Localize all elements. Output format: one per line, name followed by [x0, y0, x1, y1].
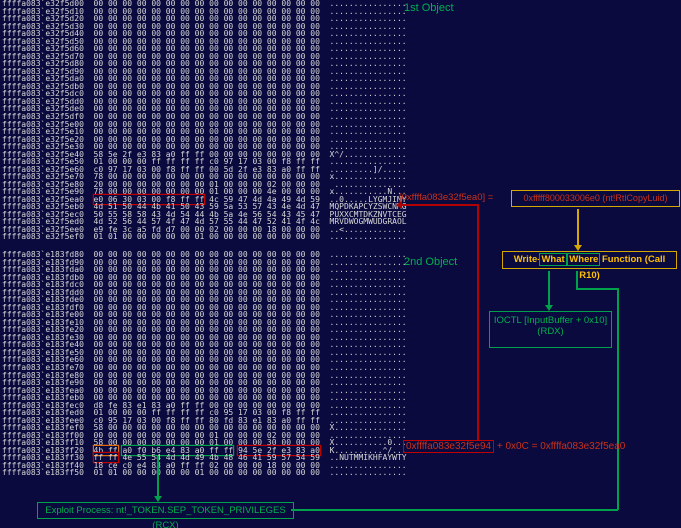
row-bytes: 01 01 00 00 00 00 00 01 00 00 00 00 00 0… [94, 468, 320, 477]
red-connector-horizontal [402, 204, 478, 206]
www-pre: Write- [514, 254, 541, 265]
green-bottom-horizontal [291, 509, 618, 511]
dump-row: ffffa083`e32f5ef0 01 01 00 00 00 00 00 0… [2, 233, 407, 241]
hex-dump-first-object: ffffa083`e32f5d00 00 00 00 00 00 00 00 0… [2, 0, 407, 241]
green-what-vertical [548, 271, 550, 305]
www-where: Where [568, 254, 599, 265]
red-connector-vertical [477, 204, 479, 440]
deref-value-text: 0xfffff800033006e0 (nt!RtlCopyLuid) [524, 193, 668, 203]
row-ascii: ................ [330, 232, 407, 241]
windbg-annotated-screenshot: ffffa083`e32f5d00 00 00 00 00 00 00 00 0… [0, 0, 681, 528]
offset-boxed-value: 0xffffa083e32f5e94 [403, 440, 494, 453]
www-what: What [540, 254, 565, 265]
deref-value-box: 0xfffff800033006e0 (nt!RtlCopyLuid) [511, 190, 680, 207]
ioctl-line2: (RDX) [490, 326, 611, 337]
ioctl-line1: IOCTL [InputBuffer + 0x10] [490, 315, 611, 326]
second-object-label: 2nd Object [404, 256, 457, 268]
row-bytes: 01 01 00 00 00 00 00 01 00 00 00 00 00 0… [94, 232, 320, 241]
green-where-horizontal [576, 288, 618, 290]
row-address: ffffa083`e183ff50 [2, 468, 84, 477]
yellow-connector-vertical [577, 209, 579, 246]
deref-address-label: [0xffffa083e32f5ea0] = [399, 192, 493, 203]
row-ascii: ................ [330, 468, 407, 477]
first-object-label: 1st Object [404, 2, 454, 14]
write-what-where-box: Write-What Where Function (Call R10) [502, 251, 677, 269]
green-where-vertical-1 [576, 271, 578, 289]
green-token-vertical [157, 456, 159, 497]
exploit-process-box: Exploit Process: nt!_TOKEN.SEP_TOKEN_PRI… [37, 502, 294, 519]
row-address: ffffa083`e32f5ef0 [2, 232, 84, 241]
ioctl-box: IOCTL [InputBuffer + 0x10] (RDX) [489, 311, 612, 348]
offset-math-annotation: 0xffffa083e32f5e94 + 0x0C = 0xffffa083e3… [403, 441, 625, 452]
offset-rest: + 0x0C = 0xffffa083e32f5ea0 [494, 441, 625, 452]
exploit-process-label: Exploit Process: nt!_TOKEN.SEP_TOKEN_PRI… [45, 505, 285, 528]
dump-row: ffffa083`e183ff50 01 01 00 00 00 00 00 0… [2, 469, 407, 477]
hex-dump-second-object: ffffa083`e183fd80 00 00 00 00 00 00 00 0… [2, 251, 407, 477]
green-right-vertical [617, 288, 619, 510]
